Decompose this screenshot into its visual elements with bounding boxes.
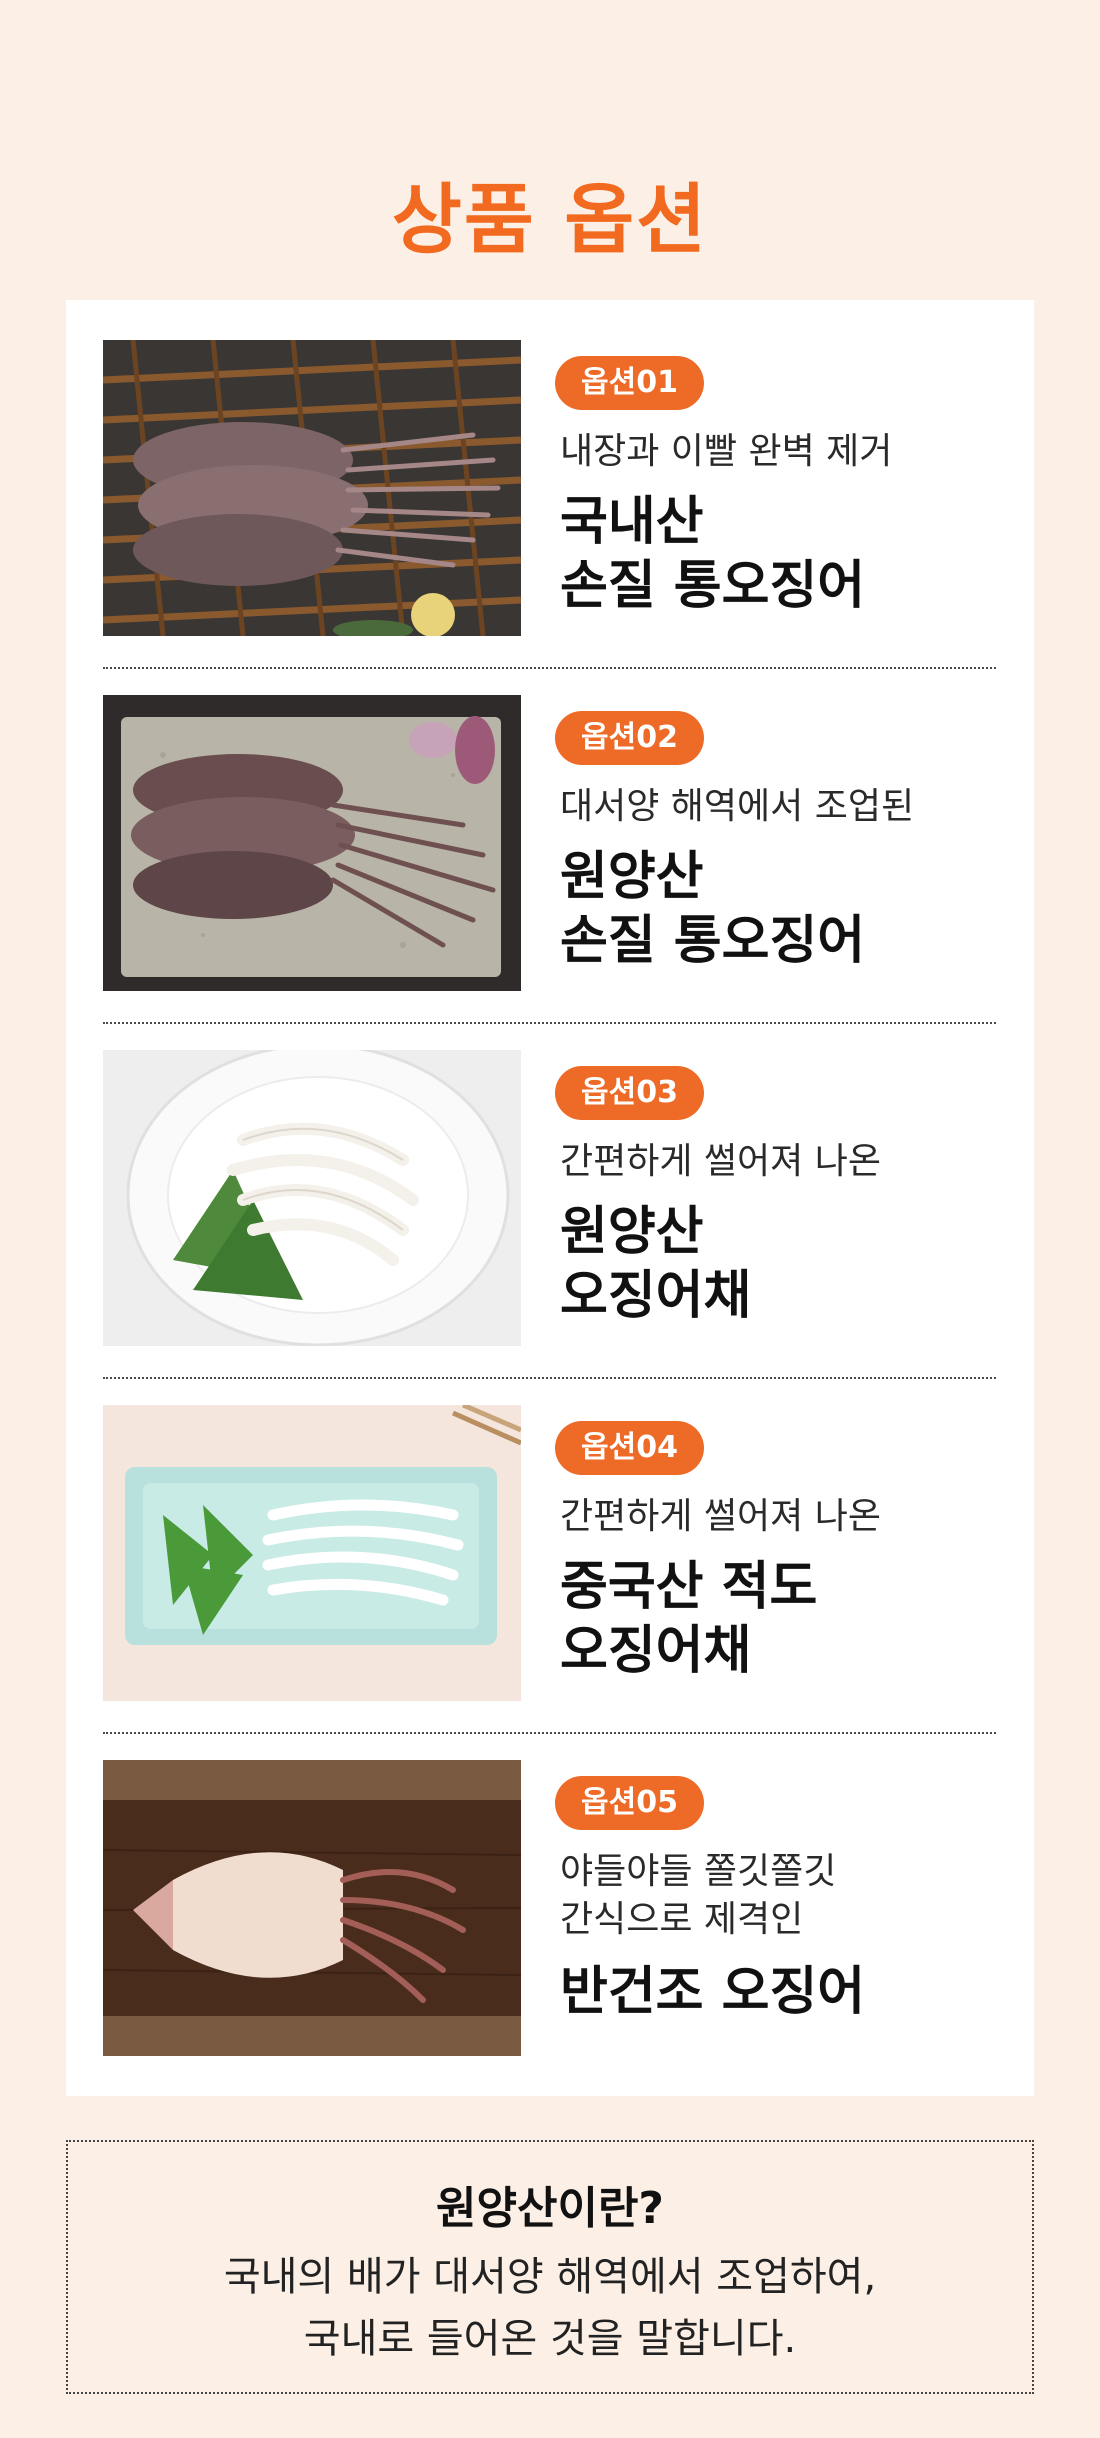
option-badge: 옵션02 <box>555 711 704 765</box>
option-05[interactable]: 옵션05 야들야들 쫄깃쫄깃 간식으로 제격인 반건조 오징어 <box>103 1760 996 2114</box>
option-name: 원양산 오징어채 <box>560 1200 1000 1328</box>
option-name-line: 원양산 <box>560 1202 704 1262</box>
option-name-line: 오징어채 <box>560 1621 752 1681</box>
notice-title: 원양산이란? <box>436 2183 664 2234</box>
option-name-line: 손질 통오징어 <box>560 911 866 971</box>
option-description-line: 간식으로 제격인 <box>560 1899 804 1940</box>
notice-body: 국내의 배가 대서양 해역에서 조업하여, 국내로 들어온 것을 말합니다. <box>68 2246 1032 2370</box>
notice-line: 국내의 배가 대서양 해역에서 조업하여, <box>223 2254 877 2300</box>
option-03[interactable]: 옵션03 간편하게 썰어져 나온 원양산 오징어채 <box>103 1050 996 1404</box>
page-title: 상품 옵션 <box>391 175 709 264</box>
option-description: 대서양 해역에서 조업된 <box>560 783 990 831</box>
option-description-line: 대서양 해역에서 조업된 <box>560 786 915 827</box>
option-name-line: 국내산 <box>560 492 704 552</box>
option-description: 야들야들 쫄깃쫄깃 간식으로 제격인 <box>560 1848 990 1944</box>
option-badge: 옵션01 <box>555 356 704 410</box>
divider <box>103 1022 996 1024</box>
option-name: 국내산 손질 통오징어 <box>560 490 1000 618</box>
notice-line: 국내로 들어온 것을 말합니다. <box>303 2316 797 2362</box>
option-name: 중국산 적도 오징어채 <box>560 1555 1000 1683</box>
option-name: 원양산 손질 통오징어 <box>560 845 1000 973</box>
option-name: 반건조 오징어 <box>560 1960 1000 2024</box>
option-name-line: 오징어채 <box>560 1266 752 1326</box>
option-02[interactable]: 옵션02 대서양 해역에서 조업된 원양산 손질 통오징어 <box>103 695 996 1049</box>
option-description: 내장과 이빨 완벽 제거 <box>560 428 990 476</box>
whole-squid-on-bamboo-rack-photo <box>103 340 521 636</box>
divider <box>103 667 996 669</box>
options-card: 옵션01 내장과 이빨 완벽 제거 국내산 손질 통오징어 옵션02 대서양 해… <box>66 300 1034 2096</box>
option-name-line: 원양산 <box>560 847 704 907</box>
notice-box: 원양산이란? 국내의 배가 대서양 해역에서 조업하여, 국내로 들어온 것을 … <box>66 2140 1034 2394</box>
divider <box>103 1732 996 1734</box>
option-badge: 옵션05 <box>555 1776 704 1830</box>
option-description: 간편하게 썰어져 나온 <box>560 1138 990 1186</box>
whole-squid-on-stone-plate-photo <box>103 695 521 991</box>
option-description: 간편하게 썰어져 나온 <box>560 1493 990 1541</box>
option-04[interactable]: 옵션04 간편하게 썰어져 나온 중국산 적도 오징어채 <box>103 1405 996 1759</box>
option-name-line: 중국산 적도 <box>560 1557 818 1617</box>
option-description-line: 간편하게 썰어져 나온 <box>560 1141 881 1182</box>
divider <box>103 1377 996 1379</box>
option-description-line: 간편하게 썰어져 나온 <box>560 1496 881 1537</box>
sliced-squid-white-plate-photo <box>103 1050 521 1346</box>
option-name-line: 손질 통오징어 <box>560 556 866 616</box>
option-name-line: 반건조 오징어 <box>560 1962 866 2022</box>
option-01[interactable]: 옵션01 내장과 이빨 완벽 제거 국내산 손질 통오징어 <box>103 340 996 694</box>
dried-squid-wooden-board-photo <box>103 1760 521 2056</box>
option-description-line: 야들야들 쫄깃쫄깃 <box>560 1851 837 1892</box>
option-badge: 옵션04 <box>555 1421 704 1475</box>
option-description-line: 내장과 이빨 완벽 제거 <box>560 431 893 472</box>
option-badge: 옵션03 <box>555 1066 704 1120</box>
sliced-squid-mint-dish-photo <box>103 1405 521 1701</box>
